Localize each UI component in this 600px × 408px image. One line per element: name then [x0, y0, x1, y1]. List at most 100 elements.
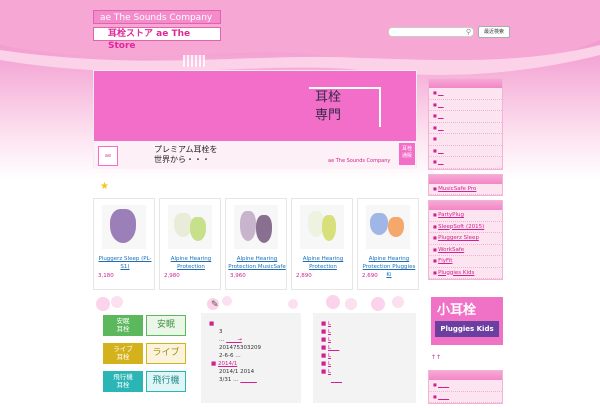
product-name[interactable]: Alpine Hearing Protection	[294, 255, 352, 271]
sidebar-item[interactable]: Pluggies Kids	[429, 268, 502, 279]
news-link[interactable]: ■ L	[321, 360, 410, 368]
category-sleep[interactable]: 安眠 耳栓 安眠	[103, 315, 186, 336]
sidebar-box: __ __ __ __ __ __	[428, 78, 503, 170]
sidebar-item[interactable]: PartyPlug	[429, 210, 502, 222]
news-link[interactable]: ■ L	[321, 368, 410, 376]
kids-banner-title: 小耳栓	[437, 303, 477, 318]
sidebar-item[interactable]: ____	[429, 380, 502, 392]
news-panel-right: ■ L ■ L ■ L ■ L___ ■ L ■ L ■ L ____	[313, 313, 416, 403]
product-card[interactable]: Pluggerz Sleep (PL-S1) 3,180	[93, 198, 155, 290]
kids-banner[interactable]: 小耳栓 Pluggies Kids	[431, 297, 503, 345]
store-title[interactable]: 耳栓ストア ae The Store	[93, 27, 221, 51]
news-link[interactable]: ____	[321, 376, 410, 384]
news-link[interactable]: ■ L___	[321, 344, 410, 352]
product-price: 2,980	[164, 273, 180, 279]
news-link-text: L	[327, 321, 332, 327]
sidebar-header	[429, 201, 502, 210]
news-text-part: …	[219, 337, 225, 343]
sidebar-item[interactable]: __	[429, 146, 502, 157]
news-link[interactable]: ■ L	[321, 336, 410, 344]
sidebar-item[interactable]: SleepSoft (2015)	[429, 222, 502, 233]
product-price: 2,690	[362, 273, 378, 279]
main-banner[interactable]: 耳栓 専門 ae プレミアム耳栓を 世界から・・・ ae The Sounds …	[93, 70, 417, 169]
banner-kanji-line1: 耳栓	[315, 90, 342, 105]
product-image[interactable]	[300, 205, 344, 249]
banner-kanji-line2: 専門	[315, 108, 342, 123]
product-name[interactable]: Alpine Hearing Protection	[162, 255, 220, 271]
news-text: … ____→	[209, 336, 295, 344]
sidebar-header	[429, 371, 502, 380]
sidebar-item[interactable]: __	[429, 100, 502, 111]
banner-copy-line2: 世界から・・・	[154, 155, 210, 164]
category-badge-line2: 耳栓	[116, 325, 130, 333]
search-input[interactable]: ⚲	[388, 27, 474, 37]
sidebar-item[interactable]: WorkSafe	[429, 245, 502, 256]
product-image[interactable]	[234, 205, 278, 249]
news-text: 201475303209	[219, 345, 261, 351]
decorative-ruler	[183, 55, 205, 67]
banner-tag-line2: 通販	[401, 153, 412, 159]
product-image[interactable]	[168, 205, 212, 249]
news-link[interactable]: ■ L	[321, 320, 410, 328]
category-label: 飛行機	[146, 371, 186, 392]
category-airplane[interactable]: 飛行機 耳栓 飛行機	[103, 371, 186, 392]
product-card[interactable]: Alpine Hearing Protection Pluggies Ki 2,…	[357, 198, 419, 290]
news-link[interactable]: ____→	[226, 337, 242, 343]
news-link[interactable]: ■ L	[321, 352, 410, 360]
sidebar-item[interactable]: __	[429, 157, 502, 169]
banner-logo: ae	[98, 146, 118, 166]
product-card[interactable]: Alpine Hearing Protection 2,890	[291, 198, 353, 290]
sidebar-header	[429, 79, 502, 88]
category-label: 安眠	[146, 315, 186, 336]
sidebar-item[interactable]: __	[429, 123, 502, 134]
news-text-part: 3/31 …	[219, 377, 239, 383]
news-text: 2014/1 2014	[219, 369, 255, 375]
news-link-text: 2014/1	[217, 361, 238, 367]
category-badge-line1: 安眠	[116, 317, 130, 325]
sidebar-item[interactable]: FlyFit	[429, 256, 502, 268]
category-badge-line1: ライブ	[113, 345, 133, 353]
news-link[interactable]: ■ L	[321, 328, 410, 336]
sidebar-item[interactable]: MusicSafe Pro	[429, 184, 502, 195]
search-button[interactable]: 最近検索	[478, 26, 510, 38]
sidebar-header	[429, 174, 502, 184]
product-card[interactable]: Alpine Hearing Protection MusicSafe 3,96…	[225, 198, 287, 290]
sidebar-lower: ____ ____	[428, 370, 503, 408]
category-badge-line1: 飛行機	[113, 373, 133, 381]
sidebar-item[interactable]	[429, 134, 502, 146]
category-live[interactable]: ライブ 耳栓 ライブ	[103, 343, 186, 364]
product-image[interactable]	[366, 205, 410, 249]
kids-banner-brand: Pluggies Kids	[435, 321, 499, 337]
sidebar-item-label: __	[438, 159, 444, 165]
category-label: ライブ	[146, 343, 186, 364]
sidebar-box: PartyPlug SleepSoft (2015) Pluggerz Slee…	[428, 200, 503, 280]
category-badge-line2: 耳栓	[116, 353, 130, 361]
sidebar-item-label: FlyFit	[438, 258, 453, 264]
product-price: 2,890	[296, 273, 312, 279]
product-name[interactable]: Pluggerz Sleep (PL-S1)	[96, 255, 154, 271]
news-panel-left: ■ 3 … ____→ 201475303209 2-6-6 … ■ 2014/…	[201, 313, 301, 403]
news-link-text: ____	[331, 377, 342, 383]
news-bullet: ■	[209, 321, 215, 327]
news-text: 3/31 … ______	[209, 376, 295, 384]
category-badge: 飛行機 耳栓	[103, 371, 143, 392]
sidebar-item[interactable]: __	[429, 88, 502, 100]
product-list: Pluggerz Sleep (PL-S1) 3,180 Alpine Hear…	[93, 198, 419, 290]
product-name[interactable]: Alpine Hearing Protection MusicSafe	[228, 255, 286, 271]
sidebar-item[interactable]: Pluggerz Sleep	[429, 233, 502, 245]
news-link[interactable]: ______	[240, 377, 257, 383]
sidebar-item[interactable]: ____	[429, 392, 502, 403]
product-image[interactable]	[102, 205, 146, 249]
site-logo[interactable]: ae The Sounds Company	[93, 10, 221, 24]
product-price: 3,180	[98, 273, 114, 279]
category-badge: 安眠 耳栓	[103, 315, 143, 336]
news-text: 3	[219, 329, 223, 335]
category-buttons: 安眠 耳栓 安眠 ライブ 耳栓 ライブ 飛行機 耳栓 飛行機	[103, 315, 186, 399]
sidebar-item-label: __	[438, 113, 444, 119]
sidebar-item[interactable]: __	[429, 111, 502, 123]
news-link[interactable]: ■ 2014/1	[209, 360, 295, 368]
banner-top: 耳栓 専門	[94, 71, 416, 139]
product-card[interactable]: Alpine Hearing Protection 2,980	[159, 198, 221, 290]
star-icon: ★	[100, 181, 109, 192]
sidebar-item-label: WorkSafe	[438, 246, 465, 253]
